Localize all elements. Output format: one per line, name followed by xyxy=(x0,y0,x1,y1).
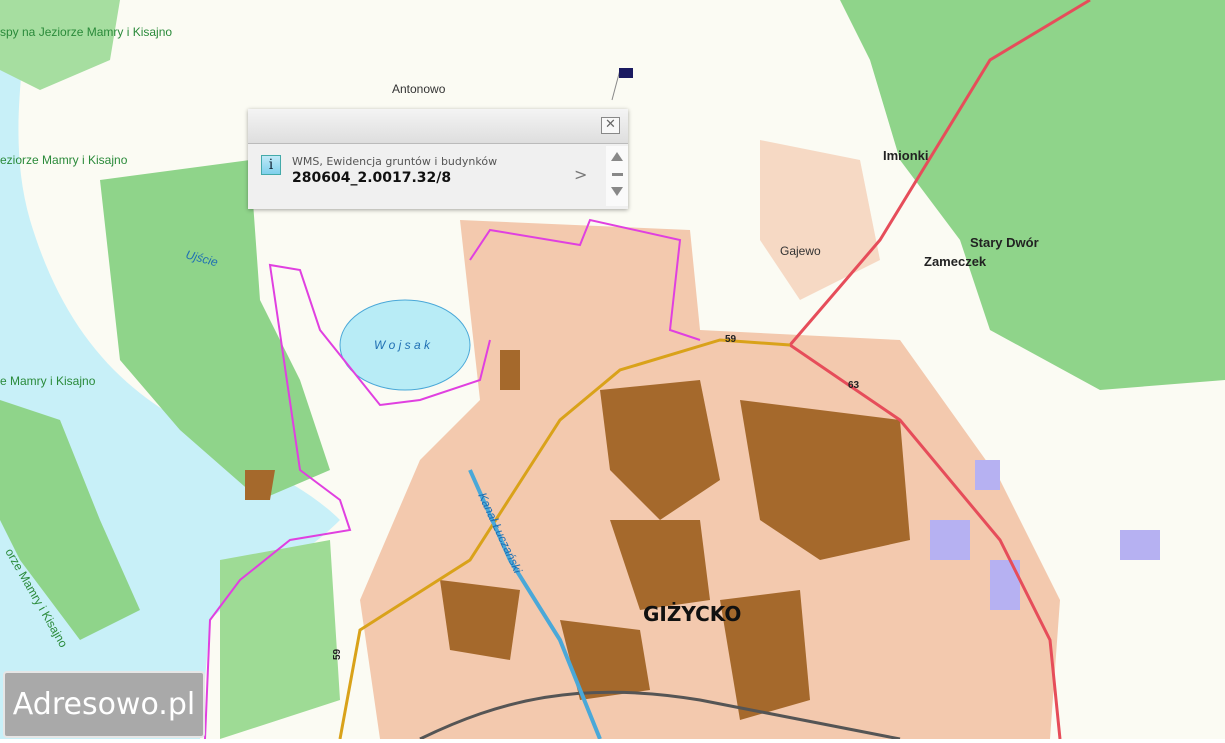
label-lake-top: spy na Jeziorze Mamry i Kisajno xyxy=(0,25,172,39)
label-gajewo: Gajewo xyxy=(780,244,821,258)
label-wojsak: W o j s a k xyxy=(374,338,431,352)
scroll-handle[interactable] xyxy=(612,173,623,176)
info-icon: i xyxy=(261,155,281,175)
location-marker-icon[interactable] xyxy=(611,68,633,101)
parcel-id[interactable]: 280604_2.0017.32/8 xyxy=(292,170,451,186)
scroll-down-icon[interactable] xyxy=(611,187,623,196)
road-number-63: 63 xyxy=(848,380,860,391)
popup-scroller[interactable] xyxy=(606,146,628,206)
label-gizycko: GIŻYCKO xyxy=(643,602,741,626)
label-lake-low: e Mamry i Kisajno xyxy=(0,374,96,388)
urban-area xyxy=(760,140,880,300)
chevron-right-icon[interactable]: > xyxy=(574,165,587,184)
forest xyxy=(0,0,120,90)
feature-info-popup: ✕ i WMS, Ewidencja gruntów i budynków 28… xyxy=(248,109,628,209)
forest xyxy=(840,0,1225,390)
label-antonowo: Antonowo xyxy=(392,82,446,96)
label-imionki: Imionki xyxy=(883,148,929,163)
forest xyxy=(220,540,340,739)
label-stary-dwor: Stary Dwór xyxy=(970,235,1039,250)
adresowo-logo[interactable]: Adresowo.pl xyxy=(3,671,205,738)
label-zameczek: Zameczek xyxy=(924,254,987,269)
scroll-up-icon[interactable] xyxy=(611,152,623,161)
road-number-59: 59 xyxy=(725,334,737,345)
close-icon[interactable]: ✕ xyxy=(601,117,620,134)
layer-name: WMS, Ewidencja gruntów i budynków xyxy=(292,155,498,168)
popup-header: ✕ xyxy=(248,109,628,144)
label-lake-mid: eziorze Mamry i Kisajno xyxy=(0,153,128,167)
road-number-59: 59 xyxy=(332,648,343,660)
